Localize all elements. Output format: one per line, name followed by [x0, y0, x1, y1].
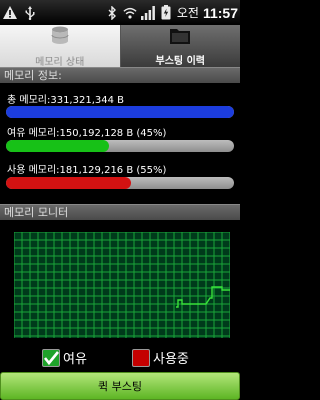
legend-used-label: 사용중 [153, 352, 189, 367]
used-memory-bar-fill [6, 177, 132, 189]
legend-used[interactable]: 사용중 [132, 348, 189, 367]
monitor-legend: 여유 사용중 [0, 348, 240, 370]
total-memory-label: 총 메모리:331,321,344 B [7, 95, 125, 106]
status-ampm: 오전 [176, 6, 199, 20]
signal-icon [140, 5, 155, 20]
usb-icon [23, 5, 37, 20]
battery-icon [159, 5, 173, 20]
tab-boost-history[interactable]: 부스팅 이력 [120, 25, 240, 67]
total-memory-bar-fill [6, 106, 234, 118]
monitor-grid [14, 232, 230, 338]
used-memory-label: 사용 메모리:181,129,216 B (55%) [7, 165, 167, 176]
bluetooth-icon [105, 5, 119, 20]
memory-info-header: 메모리 정보: [0, 67, 240, 83]
free-memory-bar [6, 140, 234, 152]
tab-memory-status-label: 메모리 상태 [35, 56, 85, 68]
free-memory-bar-fill [6, 140, 109, 152]
tab-boost-history-label: 부스팅 이력 [155, 55, 205, 67]
total-memory-bar [6, 106, 234, 118]
legend-free-label: 여유 [63, 352, 87, 367]
folder-icon [169, 26, 191, 50]
legend-free[interactable]: 여유 [42, 348, 87, 367]
memory-monitor-graph [14, 232, 230, 338]
used-memory-bar [6, 177, 234, 189]
wifi-icon [123, 6, 137, 20]
checkbox-used[interactable] [132, 348, 150, 367]
warning-icon [3, 6, 17, 20]
database-icon [49, 25, 71, 51]
checkbox-free[interactable] [42, 348, 60, 367]
status-bar: 오전 11:57 [0, 0, 240, 25]
tab-bar: 메모리 상태 부스팅 이력 [0, 25, 240, 68]
memory-monitor-header: 메모리 모니터 [0, 204, 240, 220]
tab-memory-status[interactable]: 메모리 상태 [0, 25, 121, 68]
quick-boost-button[interactable]: 퀵 부스팅 [0, 372, 240, 400]
status-time: 11:57 [202, 4, 238, 21]
free-memory-label: 여유 메모리:150,192,128 B (45%) [7, 128, 167, 139]
